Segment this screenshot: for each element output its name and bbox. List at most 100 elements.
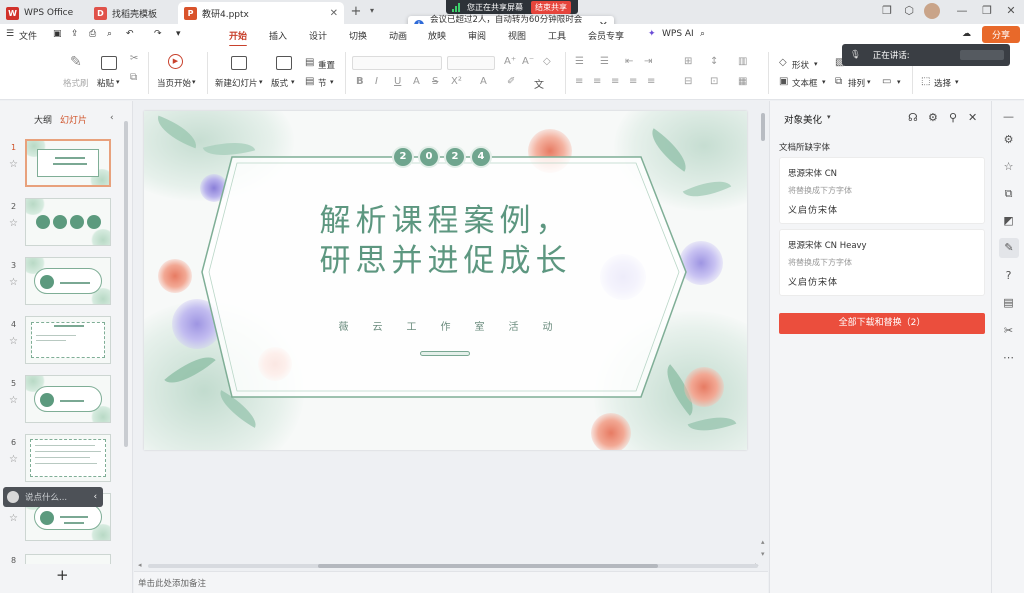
export-icon[interactable]: ⇪ [71,29,79,39]
scroll-left-icon[interactable]: ◂ [138,561,142,569]
cloud-sync-icon[interactable]: ☁ [962,29,971,39]
line-spacing-icon[interactable]: ↕ [710,56,718,67]
align-right-icon[interactable]: ≡ [611,76,619,87]
tab-outline[interactable]: 大纲 [34,113,52,126]
share-button[interactable]: 分享 [982,26,1020,43]
text-box-settings-icon[interactable]: ▦ [738,76,747,87]
arrange-button[interactable]: 排列 [848,77,865,89]
close-panel-icon[interactable]: ✕ [968,111,977,124]
star-icon[interactable]: ☆ [9,159,18,170]
arrange-chevron-icon[interactable]: ▾ [867,78,871,86]
menu-slideshow[interactable]: 放映 [428,29,446,42]
panel-title-chevron-icon[interactable]: ▾ [827,113,831,121]
paste-button[interactable]: 粘贴 [97,77,114,89]
quick-access-chevron-icon[interactable]: ▾ [176,29,181,39]
canvas-vertical-scrollbar[interactable] [761,113,765,141]
star-icon[interactable]: ☆ [9,336,18,347]
clip-icon[interactable]: ✂ [1001,323,1016,338]
align-left-icon[interactable]: ≡ [575,76,583,87]
settings-icon[interactable]: ⚙ [928,111,938,124]
slide-thumbnail-6[interactable] [25,434,111,482]
star-icon[interactable]: ☆ [9,395,18,406]
book-icon[interactable]: ▤ [1001,295,1016,310]
star-icon[interactable]: ☆ [9,218,18,229]
missing-font-card[interactable]: 思源宋体 CN Heavy 将替换成下方字体 义启仿宋体 [779,229,985,296]
increase-font-icon[interactable]: A⁺ [504,56,516,67]
new-slide-button[interactable]: 新建幻灯片 [215,77,258,89]
add-slide-icon[interactable]: + [56,566,69,584]
play-chevron-icon[interactable]: ▾ [192,78,196,86]
select-button[interactable]: 选择 [934,77,951,89]
user-avatar[interactable] [924,3,940,19]
reset-button[interactable]: 重置 [318,59,335,71]
tab-current-document[interactable]: P 教研4.pptx ✕ [178,2,344,24]
collapse-chat-icon[interactable]: ‹ [94,492,97,502]
menu-wps-ai[interactable]: WPS AI [662,29,694,39]
align-center-icon[interactable]: ≡ [593,76,601,87]
text-align-vertical-icon[interactable]: ⊟ [684,76,692,87]
shadow-icon[interactable]: A [413,76,420,87]
panel-title[interactable]: 对象美化 [784,112,822,126]
cut-icon[interactable]: ✂ [130,53,138,64]
new-slide-chevron-icon[interactable]: ▾ [259,78,263,86]
help-icon[interactable]: ? [1001,268,1016,283]
download-and-replace-all-button[interactable]: 全部下载和替换（2） [779,313,985,334]
special-characters-icon[interactable]: 文 [534,76,544,91]
bullet-list-icon[interactable]: ☰ [575,56,584,67]
columns-icon[interactable]: ▥ [738,56,747,67]
more-icon[interactable]: ⋯ [1001,350,1016,365]
strikethrough-icon[interactable]: S [432,76,438,87]
font-color-icon[interactable]: A [480,76,487,87]
play-from-current-button[interactable]: 当页开始 [157,77,191,89]
font-size-select[interactable] [447,56,495,70]
distribute-icon[interactable]: ≡ [647,76,655,87]
textbox-chevron-icon[interactable]: ▾ [822,78,826,86]
tab-template-store[interactable]: D 找稻壳模板 [88,2,176,24]
minimize-icon[interactable]: — [952,4,972,17]
text-direction-icon[interactable]: ⊞ [684,56,692,67]
scroll-down-icon[interactable]: ▾ [761,550,765,558]
pin-icon[interactable]: ⚲ [949,111,957,124]
preview-icon[interactable]: ⌕ [107,29,112,39]
close-window-icon[interactable]: ✕ [1001,4,1021,17]
close-tab-icon[interactable]: ✕ [330,8,338,19]
star-tool-icon[interactable]: ☆ [1001,159,1016,174]
menu-transition[interactable]: 切换 [349,29,367,42]
missing-font-card[interactable]: 思源宋体 CN 将替换成下方字体 义启仿宋体 [779,157,985,224]
slide-thumbnail-3[interactable] [25,257,111,305]
indent-decrease-icon[interactable]: ⇤ [625,56,633,67]
underline-icon[interactable]: U [394,76,401,87]
animation-icon[interactable]: ◩ [1001,213,1016,228]
slide-canvas[interactable]: 2 0 2 4 解析课程案例， 研思并进促成长 薇云工作室活动 [144,111,747,450]
slide-title-line-2[interactable]: 研思并进促成长 [144,235,747,280]
notes-pane[interactable]: 单击此处添加备注 [134,571,768,593]
replacement-font[interactable]: 义启仿宋体 [788,275,838,288]
menu-animation[interactable]: 动画 [389,29,407,42]
restore-icon[interactable]: ❐ [977,4,997,17]
section-chevron-icon[interactable]: ▾ [330,78,334,86]
slide-subtitle[interactable]: 薇云工作室活动 [144,318,747,333]
collapse-panel-icon[interactable]: ‹ [110,113,114,123]
redo-icon[interactable]: ↷ [154,29,162,39]
paste-chevron-icon[interactable]: ▾ [116,78,120,86]
select-chevron-icon[interactable]: ▾ [955,78,959,86]
menu-home[interactable]: 开始 [229,29,248,47]
slide-title-line-1[interactable]: 解析课程案例， [144,195,747,240]
print-icon[interactable]: ⎙ [89,29,96,39]
indent-increase-icon[interactable]: ⇥ [644,56,652,67]
slide-thumbnail-5[interactable] [25,375,111,423]
collapse-strip-icon[interactable]: — [1001,109,1016,124]
layout-chevron-icon[interactable]: ▾ [291,78,295,86]
menu-view[interactable]: 视图 [508,29,526,42]
slide-thumbnail-4[interactable] [25,316,111,364]
justify-icon[interactable]: ≡ [629,76,637,87]
replacement-font[interactable]: 义启仿宋体 [788,203,838,216]
decrease-font-icon[interactable]: A⁻ [522,56,534,67]
scroll-up-icon[interactable]: ▴ [761,538,765,546]
textbox-button[interactable]: 文本框 [792,77,818,89]
menu-review[interactable]: 审阅 [468,29,486,42]
layout-button[interactable]: 版式 [271,77,288,89]
star-icon[interactable]: ☆ [9,454,18,465]
menu-member[interactable]: 会员专享 [588,29,624,42]
duplicate-icon[interactable]: ⧉ [1001,186,1016,201]
